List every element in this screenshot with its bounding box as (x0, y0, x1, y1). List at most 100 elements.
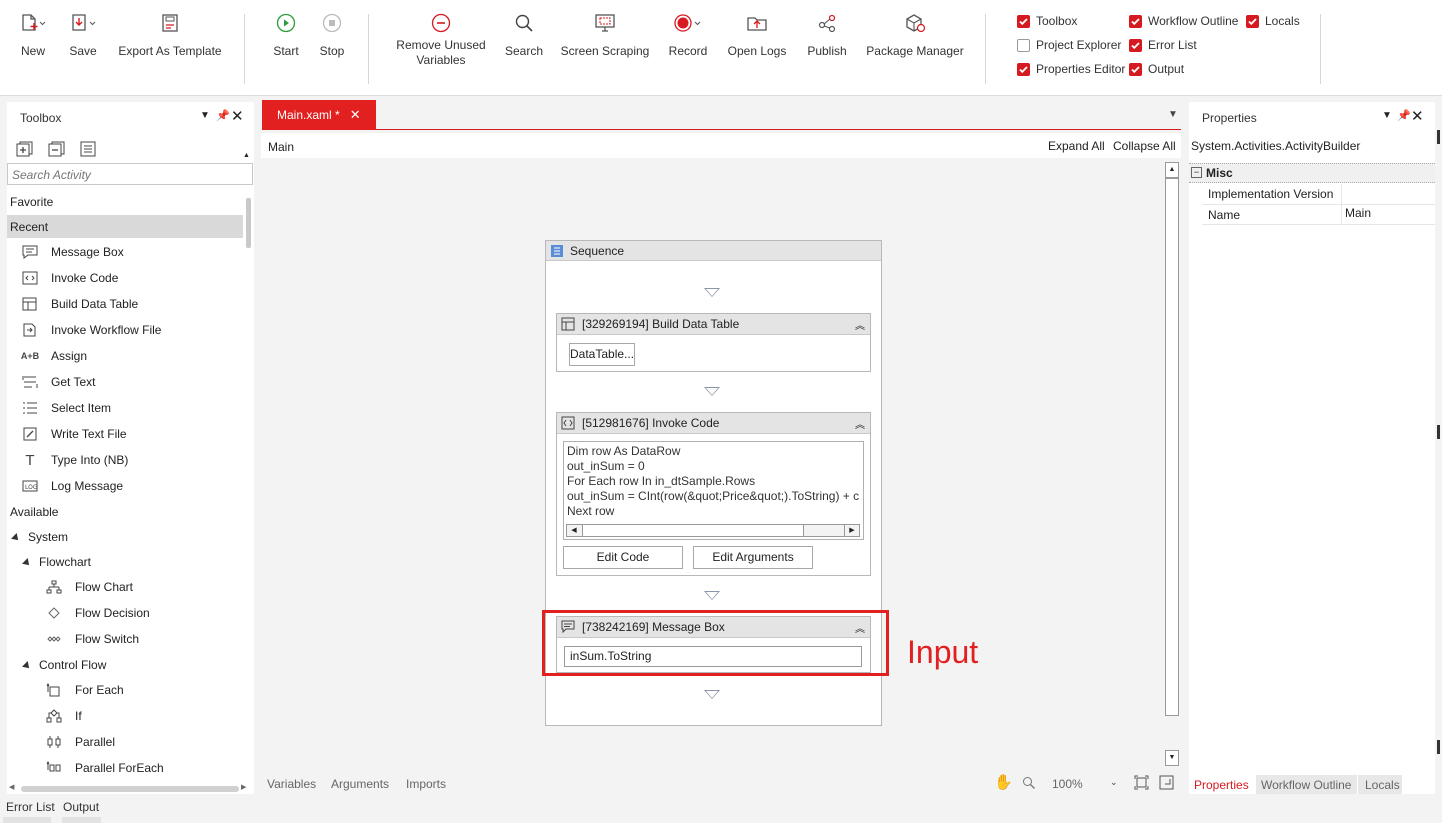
package-manager-button[interactable]: Package Manager (866, 10, 964, 59)
search-button[interactable]: Search (504, 10, 544, 59)
code-horizontal-scrollbar[interactable]: ◀ ▶ (566, 524, 860, 537)
property-value[interactable]: Main (1345, 206, 1371, 220)
toolbox-item-build-data-table[interactable]: Build Data Table (21, 296, 138, 312)
property-row-implementation-version[interactable]: Implementation Version (1202, 184, 1435, 205)
collapse-all-icon[interactable] (48, 141, 66, 160)
zoom-level[interactable]: 100% (1052, 777, 1083, 791)
close-icon[interactable]: ✕ (231, 107, 244, 125)
scroll-left-icon[interactable]: ◀ (9, 783, 14, 791)
pin-icon[interactable]: 📌 (216, 109, 230, 122)
toolbox-item-assign[interactable]: A+B Assign (21, 348, 87, 364)
toolbox-item-type-into[interactable]: T Type Into (NB) (21, 452, 128, 469)
build-data-table-activity[interactable]: [329269194] Build Data Table ︽ DataTable… (556, 313, 871, 372)
tab-close-icon[interactable]: ✕ (350, 107, 361, 123)
list-view-icon[interactable] (80, 141, 96, 160)
tab-properties[interactable]: Properties (1189, 775, 1256, 794)
edit-arguments-button[interactable]: Edit Arguments (693, 546, 813, 569)
toggle-toolbox[interactable]: Toolbox (1017, 14, 1077, 28)
control-flow-group[interactable]: Control Flow (22, 658, 106, 672)
expand-all-link[interactable]: Expand All (1048, 139, 1105, 153)
scroll-left-icon[interactable]: ◀ (567, 525, 581, 536)
toolbox-item-write-text-file[interactable]: Write Text File (21, 426, 127, 442)
toolbox-scrollbar-thumb[interactable] (246, 198, 251, 248)
search-activity-field[interactable] (10, 165, 239, 185)
open-logs-button[interactable]: Open Logs (726, 10, 788, 59)
collapse-all-link[interactable]: Collapse All (1113, 139, 1176, 153)
flowchart-group[interactable]: Flowchart (22, 555, 91, 569)
invoke-code-activity[interactable]: [512981676] Invoke Code ︽ Dim row As Dat… (556, 412, 871, 576)
toggle-properties-editor[interactable]: Properties Editor (1017, 62, 1125, 76)
drop-arrow-icon[interactable] (704, 690, 720, 699)
code-preview[interactable]: Dim row As DataRow out_inSum = 0 For Eac… (563, 441, 864, 540)
toolbox-item-parallel[interactable]: Parallel (45, 734, 115, 750)
remove-unused-variables-button[interactable]: Remove Unused Variables (393, 10, 489, 68)
toolbox-item-message-box[interactable]: Message Box (21, 244, 124, 260)
publish-button[interactable]: Publish (804, 10, 850, 59)
tab-variables[interactable]: Variables (267, 777, 316, 791)
export-template-button[interactable]: Export As Template (117, 10, 223, 59)
toolbox-item-for-each[interactable]: For Each (45, 682, 124, 698)
drop-arrow-icon[interactable] (704, 288, 720, 297)
panel-menu-icon[interactable]: ▼ (1382, 110, 1392, 121)
recent-group[interactable]: Recent (10, 220, 48, 234)
drop-arrow-icon[interactable] (704, 591, 720, 600)
collapse-chevron-icon[interactable]: ︽ (855, 416, 865, 431)
zoom-search-icon[interactable] (1022, 776, 1036, 793)
toggle-locals[interactable]: Locals (1246, 14, 1300, 28)
tab-error-list[interactable]: Error List (6, 800, 55, 814)
favorite-group[interactable]: Favorite (10, 195, 53, 209)
tab-output[interactable]: Output (63, 800, 99, 814)
toolbox-item-flow-switch[interactable]: Flow Switch (45, 631, 139, 647)
pin-icon[interactable]: 📌 (1397, 109, 1411, 122)
drop-arrow-icon[interactable] (704, 387, 720, 396)
toolbox-item-get-text[interactable]: Get Text (21, 374, 95, 390)
scroll-up-icon[interactable]: ▲ (243, 152, 250, 159)
scroll-up-icon[interactable]: ▲ (1165, 162, 1179, 178)
scroll-right-icon[interactable]: ▶ (844, 525, 859, 536)
zoom-dropdown-icon[interactable]: ⌄ (1110, 777, 1118, 788)
overview-icon[interactable] (1159, 775, 1174, 793)
record-button[interactable]: Record (666, 10, 710, 59)
tab-arguments[interactable]: Arguments (331, 777, 389, 791)
toolbox-item-select-item[interactable]: Select Item (21, 400, 111, 416)
hand-pan-icon[interactable]: ✋ (994, 773, 1013, 791)
tab-list-dropdown-icon[interactable]: ▼ (1168, 109, 1178, 120)
close-icon[interactable]: ✕ (1411, 107, 1424, 125)
scrollbar-thumb[interactable] (1165, 178, 1179, 716)
fit-to-screen-icon[interactable] (1134, 775, 1149, 793)
panel-menu-icon[interactable]: ▼ (200, 110, 210, 121)
misc-category-row[interactable]: − Misc (1189, 163, 1435, 183)
stop-button[interactable]: Stop (316, 10, 348, 59)
new-button[interactable]: New (16, 10, 50, 59)
tab-locals[interactable]: Locals (1358, 775, 1402, 794)
tab-imports[interactable]: Imports (406, 777, 446, 791)
scroll-right-icon[interactable]: ▶ (241, 783, 246, 791)
expand-all-icon[interactable] (16, 141, 34, 160)
property-row-name[interactable]: Name Main (1202, 204, 1435, 225)
system-group[interactable]: System (11, 530, 68, 544)
toolbox-horizontal-scrollbar[interactable] (21, 786, 239, 792)
toggle-workflow-outline[interactable]: Workflow Outline (1129, 14, 1238, 28)
toolbox-item-invoke-code[interactable]: Invoke Code (21, 270, 118, 286)
toolbox-item-parallel-foreach[interactable]: Parallel ForEach (45, 760, 164, 776)
start-button[interactable]: Start (270, 10, 302, 59)
toggle-project-explorer[interactable]: Project Explorer (1017, 38, 1121, 52)
toolbox-item-log-message[interactable]: LOG Log Message (21, 478, 123, 494)
tab-main-xaml[interactable]: Main.xaml * ✕ (262, 100, 376, 130)
toggle-error-list[interactable]: Error List (1129, 38, 1197, 52)
toolbox-item-if[interactable]: If (45, 708, 82, 724)
save-button[interactable]: Save (66, 10, 100, 59)
collapse-chevron-icon[interactable]: ︽ (855, 317, 865, 332)
toolbox-item-invoke-workflow-file[interactable]: Invoke Workflow File (21, 322, 161, 338)
toolbox-item-flow-chart[interactable]: Flow Chart (45, 579, 133, 595)
scroll-down-icon[interactable]: ▼ (1165, 750, 1179, 766)
designer-scrollbar[interactable]: ▲ ▼ (1164, 160, 1179, 770)
search-activity-input[interactable] (7, 163, 253, 185)
datatable-button[interactable]: DataTable... (569, 343, 635, 366)
tab-workflow-outline[interactable]: Workflow Outline (1256, 775, 1357, 794)
available-group[interactable]: Available (10, 505, 58, 519)
scrollbar-thumb[interactable] (582, 525, 804, 536)
toggle-output[interactable]: Output (1129, 62, 1184, 76)
screen-scraping-button[interactable]: Screen Scraping (560, 10, 650, 59)
collapse-minus-icon[interactable]: − (1191, 167, 1202, 178)
